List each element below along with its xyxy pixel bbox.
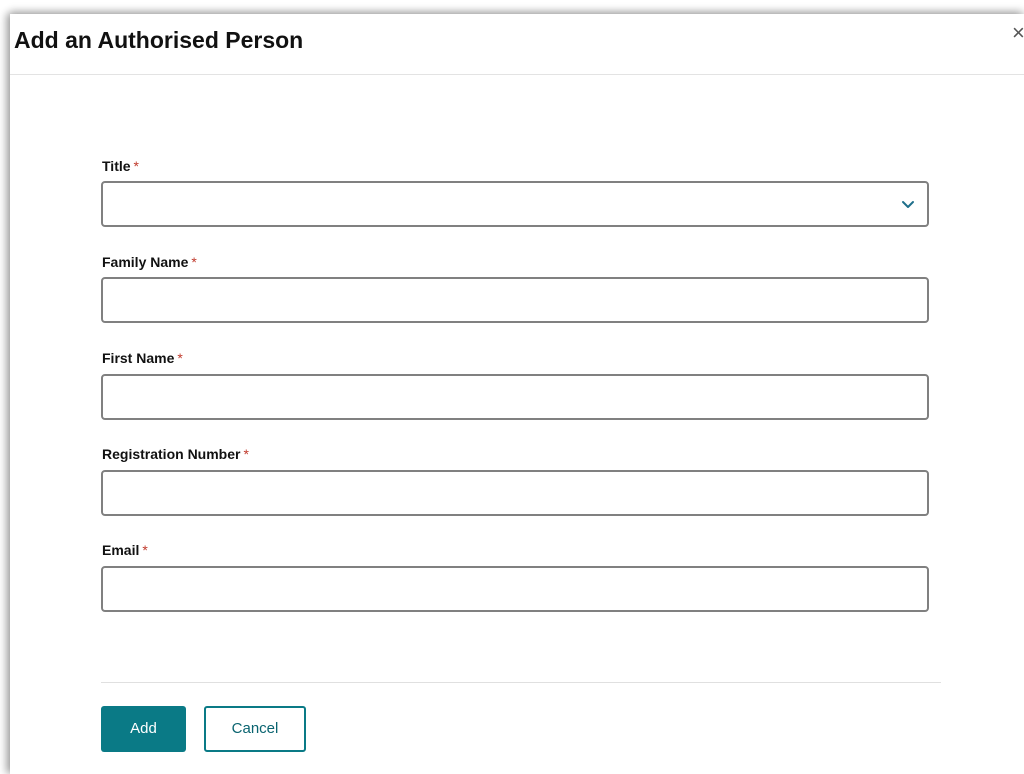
registration-number-field[interactable] bbox=[101, 470, 929, 516]
title-label-text: Title bbox=[102, 158, 131, 174]
family-name-label-text: Family Name bbox=[102, 254, 189, 270]
dialog-header: Add an Authorised Person × bbox=[10, 14, 1024, 75]
first-name-input[interactable] bbox=[103, 376, 927, 418]
email-label-text: Email bbox=[102, 542, 140, 558]
required-marker: * bbox=[142, 542, 148, 558]
footer-divider bbox=[101, 682, 941, 683]
chevron-down-icon bbox=[902, 201, 914, 208]
add-authorised-person-dialog: Add an Authorised Person × Title * Family… bbox=[10, 14, 1024, 774]
required-marker: * bbox=[243, 446, 249, 462]
title-select-value[interactable] bbox=[103, 183, 927, 225]
first-name-field[interactable] bbox=[101, 374, 929, 420]
email-label: Email * bbox=[102, 542, 148, 558]
add-button[interactable]: Add bbox=[101, 706, 186, 752]
email-input[interactable] bbox=[103, 568, 927, 610]
title-label: Title * bbox=[102, 158, 139, 174]
close-icon[interactable]: × bbox=[1012, 22, 1024, 44]
registration-number-label: Registration Number * bbox=[102, 446, 249, 462]
email-field[interactable] bbox=[101, 566, 929, 612]
family-name-field[interactable] bbox=[101, 277, 929, 323]
registration-number-label-text: Registration Number bbox=[102, 446, 241, 462]
required-marker: * bbox=[177, 350, 183, 366]
required-marker: * bbox=[133, 158, 139, 174]
dialog-title: Add an Authorised Person bbox=[14, 27, 304, 53]
first-name-label-text: First Name bbox=[102, 350, 175, 366]
title-select[interactable] bbox=[101, 181, 929, 227]
family-name-input[interactable] bbox=[103, 279, 927, 321]
required-marker: * bbox=[191, 254, 197, 270]
first-name-label: First Name * bbox=[102, 350, 183, 366]
registration-number-input[interactable] bbox=[103, 472, 927, 514]
family-name-label: Family Name * bbox=[102, 254, 197, 270]
cancel-button[interactable]: Cancel bbox=[204, 706, 306, 752]
